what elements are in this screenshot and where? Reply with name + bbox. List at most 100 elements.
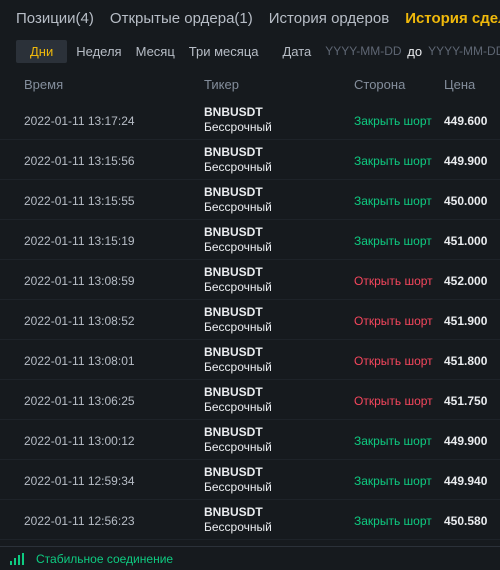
trade-side: Закрыть шорт xyxy=(354,234,432,248)
table-header: Время Тикер Сторона Цена xyxy=(0,74,500,96)
table-row[interactable]: 2022-01-11 13:17:24 BNBUSDT Бессрочный Закр… xyxy=(0,100,500,140)
table-row[interactable]: 2022-01-11 12:56:23 BNBUSDT Бессрочный Закр… xyxy=(0,500,500,540)
table-row[interactable]: 2022-01-11 13:00:12 BNBUSDT Бессрочный Закр… xyxy=(0,420,500,460)
table-row[interactable]: 2022-01-11 13:15:56 BNBUSDT Бессрочный Закр… xyxy=(0,140,500,180)
date-to-input[interactable] xyxy=(428,44,500,58)
ticker-symbol: BNBUSDT xyxy=(204,305,263,319)
trade-time: 2022-01-11 13:15:56 xyxy=(24,154,135,168)
column-header-price: Цена xyxy=(444,77,476,92)
ticker-cell: BNBUSDT Бессрочный xyxy=(204,425,272,455)
table-row[interactable]: 2022-01-11 13:06:25 BNBUSDT Бессрочный Откр… xyxy=(0,380,500,420)
table-row[interactable]: 2022-01-11 13:08:59 BNBUSDT Бессрочный Откр… xyxy=(0,260,500,300)
ticker-cell: BNBUSDT Бессрочный xyxy=(204,265,272,295)
table-row[interactable]: 2022-01-11 13:08:52 BNBUSDT Бессрочный Откр… xyxy=(0,300,500,340)
contract-type: Бессрочный xyxy=(204,400,272,414)
trade-price: 451.750 xyxy=(444,394,488,408)
ticker-symbol: BNBUSDT xyxy=(204,145,263,159)
ticker-symbol: BNBUSDT xyxy=(204,265,263,279)
trade-time: 2022-01-11 13:08:52 xyxy=(24,314,135,328)
tab-order-history[interactable]: История ордеров xyxy=(269,10,389,27)
ticker-cell: BNBUSDT Бессрочный xyxy=(204,505,272,535)
trade-side: Закрыть шорт xyxy=(354,514,432,528)
ticker-symbol: BNBUSDT xyxy=(204,185,263,199)
ticker-symbol: BNBUSDT xyxy=(204,385,263,399)
trade-side: Открыть шорт xyxy=(354,354,433,368)
trade-side: Закрыть шорт xyxy=(354,114,432,128)
trade-price: 451.000 xyxy=(444,234,488,248)
contract-type: Бессрочный xyxy=(204,120,272,134)
trade-side: Закрыть шорт xyxy=(354,154,432,168)
table-row[interactable]: 2022-01-11 13:08:01 BNBUSDT Бессрочный Откр… xyxy=(0,340,500,380)
trade-price: 449.900 xyxy=(444,434,488,448)
period-month-button[interactable]: Месяц xyxy=(136,44,175,59)
trade-price: 451.900 xyxy=(444,314,488,328)
trade-time: 2022-01-11 13:08:59 xyxy=(24,274,135,288)
trade-time: 2022-01-11 12:56:23 xyxy=(24,514,135,528)
trade-side: Закрыть шорт xyxy=(354,194,432,208)
period-day-button[interactable]: Дни xyxy=(16,39,68,63)
period-three-months-button[interactable]: Три месяца xyxy=(189,44,259,59)
ticker-symbol: BNBUSDT xyxy=(204,225,263,239)
ticker-cell: BNBUSDT Бессрочный xyxy=(204,105,272,135)
ticker-symbol: BNBUSDT xyxy=(204,465,263,479)
table-row[interactable]: 2022-01-11 13:15:19 BNBUSDT Бессрочный Закр… xyxy=(0,220,500,260)
trade-time: 2022-01-11 13:06:25 xyxy=(24,394,135,408)
ticker-cell: BNBUSDT Бессрочный xyxy=(204,465,272,495)
contract-type: Бессрочный xyxy=(204,280,272,294)
trade-table-body: 2022-01-11 13:17:24 BNBUSDT Бессрочный Закр… xyxy=(0,100,500,540)
contract-type: Бессрочный xyxy=(204,160,272,174)
trade-time: 2022-01-11 13:00:12 xyxy=(24,434,135,448)
connection-status-text: Стабильное соединение xyxy=(36,551,174,566)
table-row[interactable]: 2022-01-11 13:15:55 BNBUSDT Бессрочный Закр… xyxy=(0,180,500,220)
trade-time: 2022-01-11 13:17:24 xyxy=(24,114,135,128)
status-bar: Стабильное соединение xyxy=(0,546,500,570)
trade-side: Открыть шорт xyxy=(354,274,433,288)
table-row[interactable]: 2022-01-11 12:59:34 BNBUSDT Бессрочный Закр… xyxy=(0,460,500,500)
column-header-ticker: Тикер xyxy=(204,77,239,92)
column-header-side: Сторона xyxy=(354,77,406,92)
tab-open-orders[interactable]: Открытые ордера(1) xyxy=(110,10,253,27)
trade-price: 450.580 xyxy=(444,514,488,528)
date-range-separator: до xyxy=(407,43,423,59)
trade-price: 451.800 xyxy=(444,354,488,368)
trade-side: Открыть шорт xyxy=(354,394,433,408)
contract-type: Бессрочный xyxy=(204,360,272,374)
trade-time: 2022-01-11 13:15:55 xyxy=(24,194,135,208)
trade-side: Закрыть шорт xyxy=(354,434,432,448)
ticker-symbol: BNBUSDT xyxy=(204,425,263,439)
contract-type: Бессрочный xyxy=(204,480,272,494)
trade-time: 2022-01-11 13:15:19 xyxy=(24,234,135,248)
column-header-time: Время xyxy=(24,77,64,92)
ticker-cell: BNBUSDT Бессрочный xyxy=(204,225,272,255)
contract-type: Бессрочный xyxy=(204,200,272,214)
trade-price: 449.600 xyxy=(444,114,488,128)
tab-trade-history[interactable]: История сделок xyxy=(405,10,500,27)
contract-type: Бессрочный xyxy=(204,240,272,254)
ticker-symbol: BNBUSDT xyxy=(204,345,263,359)
contract-type: Бессрочный xyxy=(204,320,272,334)
trade-price: 449.940 xyxy=(444,474,488,488)
ticker-cell: BNBUSDT Бессрочный xyxy=(204,385,272,415)
trade-time: 2022-01-11 13:08:01 xyxy=(24,354,135,368)
filter-bar: Дни Неделя Месяц Три месяца Дата до xyxy=(16,38,500,64)
period-week-button[interactable]: Неделя xyxy=(76,44,121,59)
ticker-cell: BNBUSDT Бессрочный xyxy=(204,145,272,175)
ticker-symbol: BNBUSDT xyxy=(204,105,263,119)
signal-bars-icon xyxy=(10,552,26,565)
contract-type: Бессрочный xyxy=(204,440,272,454)
trade-price: 450.000 xyxy=(444,194,488,208)
contract-type: Бессрочный xyxy=(204,520,272,534)
trade-price: 452.000 xyxy=(444,274,488,288)
tab-positions[interactable]: Позиции(4) xyxy=(16,10,94,27)
trade-side: Закрыть шорт xyxy=(354,474,432,488)
date-from-input[interactable] xyxy=(325,44,404,58)
trade-history-panel: Позиции(4) Открытые ордера(1) История ор… xyxy=(0,0,500,570)
ticker-cell: BNBUSDT Бессрочный xyxy=(204,345,272,375)
ticker-symbol: BNBUSDT xyxy=(204,505,263,519)
trade-time: 2022-01-11 12:59:34 xyxy=(24,474,135,488)
date-label: Дата xyxy=(282,43,312,59)
ticker-cell: BNBUSDT Бессрочный xyxy=(204,185,272,215)
trade-side: Открыть шорт xyxy=(354,314,433,328)
ticker-cell: BNBUSDT Бессрочный xyxy=(204,305,272,335)
trade-price: 449.900 xyxy=(444,154,488,168)
